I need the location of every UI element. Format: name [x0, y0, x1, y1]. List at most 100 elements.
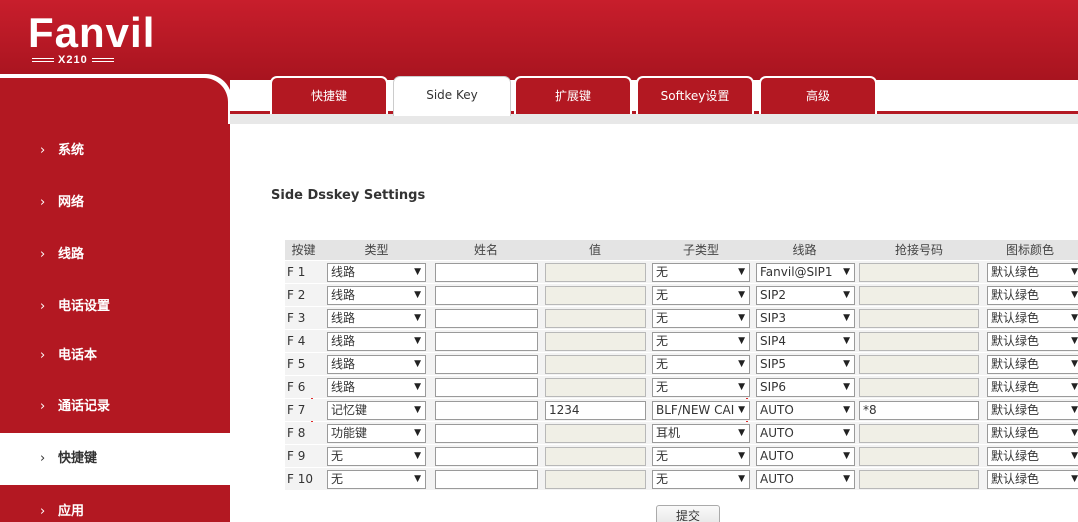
- subtype-select[interactable]: 无 ▼: [652, 447, 750, 466]
- icon-color-select[interactable]: 默认绿色 ▼: [987, 355, 1078, 374]
- sidebar-item-4[interactable]: › 电话本: [0, 330, 230, 382]
- pickup-field[interactable]: [859, 263, 979, 282]
- name-field[interactable]: [435, 447, 538, 466]
- value-field[interactable]: [545, 286, 646, 305]
- line-select[interactable]: SIP2 ▼: [756, 286, 855, 305]
- line-select[interactable]: SIP6 ▼: [756, 378, 855, 397]
- type-select[interactable]: 线路 ▼: [327, 309, 426, 328]
- submit-button[interactable]: 提交: [656, 505, 720, 522]
- line-select[interactable]: SIP3 ▼: [756, 309, 855, 328]
- subtype-select[interactable]: 无 ▼: [652, 309, 750, 328]
- tab-1[interactable]: Side Key: [393, 76, 511, 116]
- name-field[interactable]: [435, 401, 538, 420]
- icon-color-select[interactable]: 默认绿色 ▼: [987, 470, 1078, 489]
- icon-color-select[interactable]: 默认绿色 ▼: [987, 401, 1078, 420]
- sidebar-item-label: 电话本: [58, 348, 98, 363]
- type-select[interactable]: 无 ▼: [327, 470, 426, 489]
- dropdown-arrow-icon: ▼: [843, 405, 850, 415]
- value-field[interactable]: [545, 378, 646, 397]
- subtype-select[interactable]: 无 ▼: [652, 263, 750, 282]
- pickup-field[interactable]: [859, 286, 979, 305]
- subtype-select[interactable]: 无 ▼: [652, 355, 750, 374]
- name-field[interactable]: [435, 263, 538, 282]
- name-field[interactable]: [435, 424, 538, 443]
- subtype-select[interactable]: 无 ▼: [652, 332, 750, 351]
- subtype-select[interactable]: 无 ▼: [652, 470, 750, 489]
- dropdown-arrow-icon: ▼: [843, 451, 850, 461]
- type-select[interactable]: 线路 ▼: [327, 332, 426, 351]
- name-field[interactable]: [435, 378, 538, 397]
- icon-color-select[interactable]: 默认绿色 ▼: [987, 332, 1078, 351]
- tab-3[interactable]: Softkey设置: [636, 76, 754, 114]
- subtype-select-value: BLF/NEW CAI: [656, 403, 735, 417]
- key-label: F 3: [287, 311, 306, 325]
- sidebar-item-3[interactable]: › 电话设置: [0, 281, 230, 333]
- pickup-field[interactable]: [859, 332, 979, 351]
- line-select[interactable]: SIP4 ▼: [756, 332, 855, 351]
- value-field[interactable]: [545, 332, 646, 351]
- name-field[interactable]: [435, 309, 538, 328]
- value-field[interactable]: 1234: [545, 401, 646, 420]
- pickup-field[interactable]: *8: [859, 401, 979, 420]
- icon-color-select[interactable]: 默认绿色 ▼: [987, 424, 1078, 443]
- name-field[interactable]: [435, 286, 538, 305]
- subtype-select[interactable]: 耳机 ▼: [652, 424, 750, 443]
- dropdown-arrow-icon: ▼: [414, 313, 421, 323]
- pickup-field[interactable]: [859, 447, 979, 466]
- type-select[interactable]: 线路 ▼: [327, 286, 426, 305]
- type-select[interactable]: 功能键 ▼: [327, 424, 426, 443]
- dropdown-arrow-icon: ▼: [1071, 451, 1078, 461]
- line-select[interactable]: AUTO ▼: [756, 424, 855, 443]
- name-field[interactable]: [435, 355, 538, 374]
- line-select[interactable]: AUTO ▼: [756, 470, 855, 489]
- pickup-field[interactable]: [859, 309, 979, 328]
- column-header: 值: [541, 240, 649, 260]
- icon-color-select[interactable]: 默认绿色 ▼: [987, 286, 1078, 305]
- tab-0[interactable]: 快捷键: [270, 76, 388, 114]
- type-select[interactable]: 线路 ▼: [327, 263, 426, 282]
- sidebar-item-2[interactable]: › 线路: [0, 229, 230, 281]
- icon-color-select[interactable]: 默认绿色 ▼: [987, 263, 1078, 282]
- value-field[interactable]: [545, 424, 646, 443]
- tab-2[interactable]: 扩展键: [514, 76, 632, 114]
- column-header: 图标颜色: [982, 240, 1078, 260]
- pickup-field[interactable]: [859, 355, 979, 374]
- pickup-field[interactable]: [859, 378, 979, 397]
- key-label: F 5: [287, 357, 306, 371]
- line-select[interactable]: AUTO ▼: [756, 401, 855, 420]
- chevron-right-icon: ›: [40, 143, 46, 158]
- icon-color-select[interactable]: 默认绿色 ▼: [987, 309, 1078, 328]
- value-field[interactable]: [545, 470, 646, 489]
- line-select[interactable]: Fanvil@SIP1 ▼: [756, 263, 855, 282]
- type-select[interactable]: 线路 ▼: [327, 378, 426, 397]
- icon-color-select[interactable]: 默认绿色 ▼: [987, 447, 1078, 466]
- sidebar-item-label: 快捷键: [58, 451, 98, 466]
- name-field[interactable]: [435, 470, 538, 489]
- subtype-select[interactable]: 无 ▼: [652, 286, 750, 305]
- pickup-field[interactable]: [859, 424, 979, 443]
- line-select[interactable]: AUTO ▼: [756, 447, 855, 466]
- line-select-value: SIP2: [760, 288, 787, 302]
- name-field[interactable]: [435, 332, 538, 351]
- sidebar-item-1[interactable]: › 网络: [0, 177, 230, 229]
- sidebar-item-6[interactable]: › 快捷键: [0, 433, 230, 485]
- subtype-select[interactable]: 无 ▼: [652, 378, 750, 397]
- tab-4[interactable]: 高级: [759, 76, 877, 114]
- sidebar-item-7[interactable]: › 应用: [0, 486, 230, 522]
- sidebar-item-label: 应用: [58, 504, 85, 519]
- type-select[interactable]: 记忆键 ▼: [327, 401, 426, 420]
- line-select[interactable]: SIP5 ▼: [756, 355, 855, 374]
- value-field[interactable]: [545, 355, 646, 374]
- sidebar-item-5[interactable]: › 通话记录: [0, 381, 230, 433]
- value-field[interactable]: [545, 447, 646, 466]
- value-field[interactable]: [545, 309, 646, 328]
- type-select[interactable]: 无 ▼: [327, 447, 426, 466]
- type-select[interactable]: 线路 ▼: [327, 355, 426, 374]
- subtype-select[interactable]: BLF/NEW CAI ▼: [652, 401, 750, 420]
- column-header: 姓名: [431, 240, 541, 260]
- value-field[interactable]: [545, 263, 646, 282]
- sidebar-item-0[interactable]: › 系统: [0, 125, 230, 177]
- type-select-value: 无: [331, 472, 344, 486]
- pickup-field[interactable]: [859, 470, 979, 489]
- icon-color-select[interactable]: 默认绿色 ▼: [987, 378, 1078, 397]
